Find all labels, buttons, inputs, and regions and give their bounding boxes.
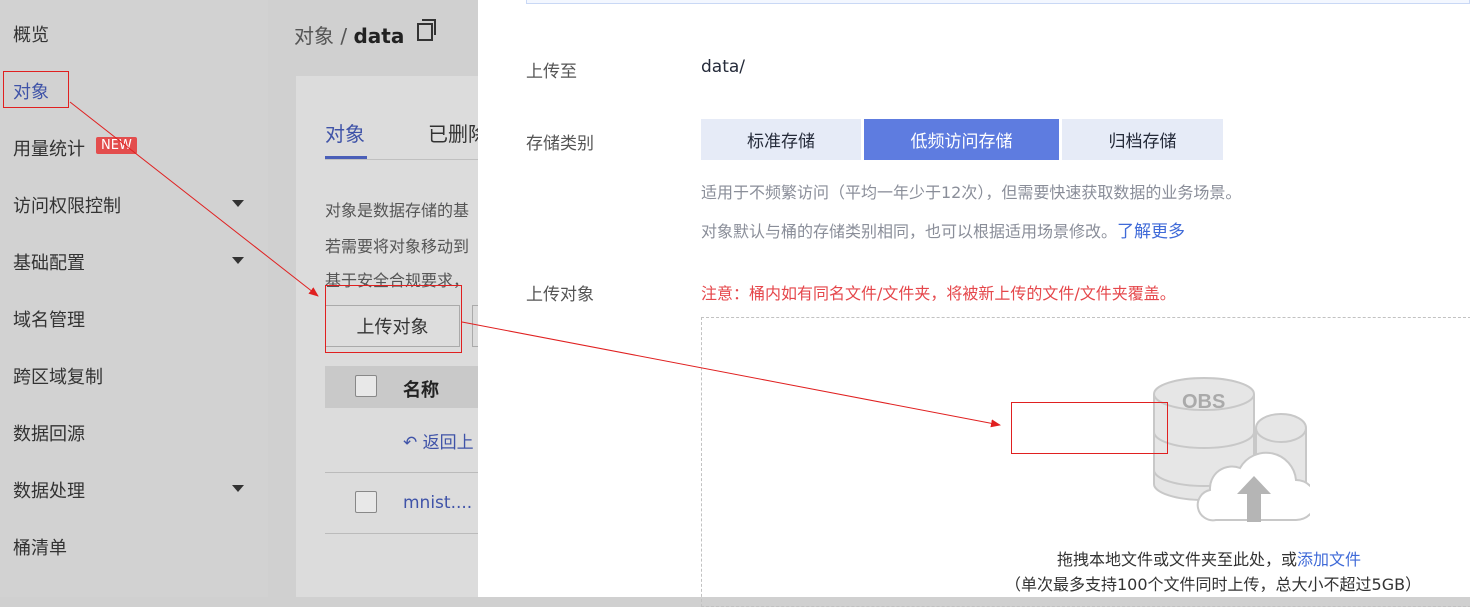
row-divider <box>325 472 478 473</box>
new-badge: NEW <box>96 137 137 154</box>
tab-objects[interactable]: 对象 <box>325 118 365 147</box>
obs-upload-icon: OBS <box>1153 377 1310 522</box>
storage-class-standard[interactable]: 标准存储 <box>701 119 861 160</box>
storage-class-archive[interactable]: 归档存储 <box>1062 119 1223 160</box>
sidebar-item-usage-stats[interactable]: 用量统计 <box>13 135 85 161</box>
chevron-down-icon[interactable] <box>232 200 244 207</box>
sidebar-item-cross-region-replication[interactable]: 跨区域复制 <box>13 363 103 389</box>
sidebar-item-overview[interactable]: 概览 <box>13 21 49 47</box>
sidebar-item-data-processing[interactable]: 数据处理 <box>13 477 85 503</box>
back-link[interactable]: ↶ 返回上 <box>403 428 474 453</box>
upload-object-label: 上传对象 <box>526 285 594 305</box>
drop-instruction-text: 拖拽本地文件或文件夹至此处，或 <box>1057 550 1298 569</box>
copy-icon[interactable] <box>417 19 436 41</box>
sidebar-item-access-control[interactable]: 访问权限控制 <box>13 192 121 218</box>
chevron-down-icon[interactable] <box>232 485 244 492</box>
breadcrumb-parent[interactable]: 对象 <box>294 24 334 48</box>
back-link-label: 返回上 <box>422 433 474 453</box>
annotation-box-upload <box>325 285 462 353</box>
panel-top-info-bar <box>526 0 1470 4</box>
upload-limit-hint: （单次最多支持100个文件同时上传，总大小不超过5GB） <box>1005 575 1422 594</box>
info-text-1: 对象是数据存储的基 <box>325 201 470 220</box>
add-file-link[interactable]: 添加文件 <box>1297 550 1361 569</box>
obs-icon-text: OBS <box>1182 391 1225 413</box>
sidebar-item-back-to-source[interactable]: 数据回源 <box>13 420 85 446</box>
storage-class-note-text: 对象默认与桶的存储类别相同，也可以根据适用场景修改。 <box>701 222 1118 241</box>
breadcrumb-current: data <box>353 24 405 48</box>
learn-more-link[interactable]: 了解更多 <box>1117 222 1185 242</box>
sidebar-item-bucket-inventory[interactable]: 桶清单 <box>13 534 67 560</box>
sidebar-item-basic-config[interactable]: 基础配置 <box>13 249 85 275</box>
annotation-box-drop-target <box>1011 402 1168 454</box>
row-checkbox[interactable] <box>355 491 377 513</box>
tab-divider <box>325 159 478 160</box>
chevron-down-icon[interactable] <box>232 257 244 264</box>
tab-deleted[interactable]: 已删除 <box>428 118 478 147</box>
table-header <box>325 366 478 408</box>
storage-class-note: 对象默认与桶的存储类别相同，也可以根据适用场景修改。了解更多 <box>701 217 1185 242</box>
upload-to-path: data/ <box>701 57 746 77</box>
column-header-name[interactable]: 名称 <box>403 376 439 402</box>
drop-instruction: 拖拽本地文件或文件夹至此处，或添加文件 <box>1057 546 1361 570</box>
file-name-link[interactable]: mnist.... <box>403 493 472 513</box>
breadcrumb-separator: / <box>340 24 348 48</box>
storage-class-label: 存储类别 <box>526 134 594 154</box>
storage-class-description: 适用于不频繁访问（平均一年少于12次），但需要快速获取数据的业务场景。 <box>701 183 1242 202</box>
overwrite-warning: 注意：桶内如有同名文件/文件夹，将被新上传的文件/文件夹覆盖。 <box>701 284 1176 303</box>
sidebar-item-domain-management[interactable]: 域名管理 <box>13 306 85 332</box>
info-text-2: 若需要将对象移动到 <box>325 237 470 256</box>
back-arrow-icon: ↶ <box>403 433 418 453</box>
upload-to-label: 上传至 <box>526 62 577 82</box>
row-divider <box>325 533 478 534</box>
annotation-box-objects <box>3 71 69 108</box>
select-all-checkbox[interactable] <box>355 375 377 397</box>
breadcrumb: 对象 / data <box>294 20 404 49</box>
storage-class-infrequent[interactable]: 低频访问存储 <box>864 119 1059 160</box>
